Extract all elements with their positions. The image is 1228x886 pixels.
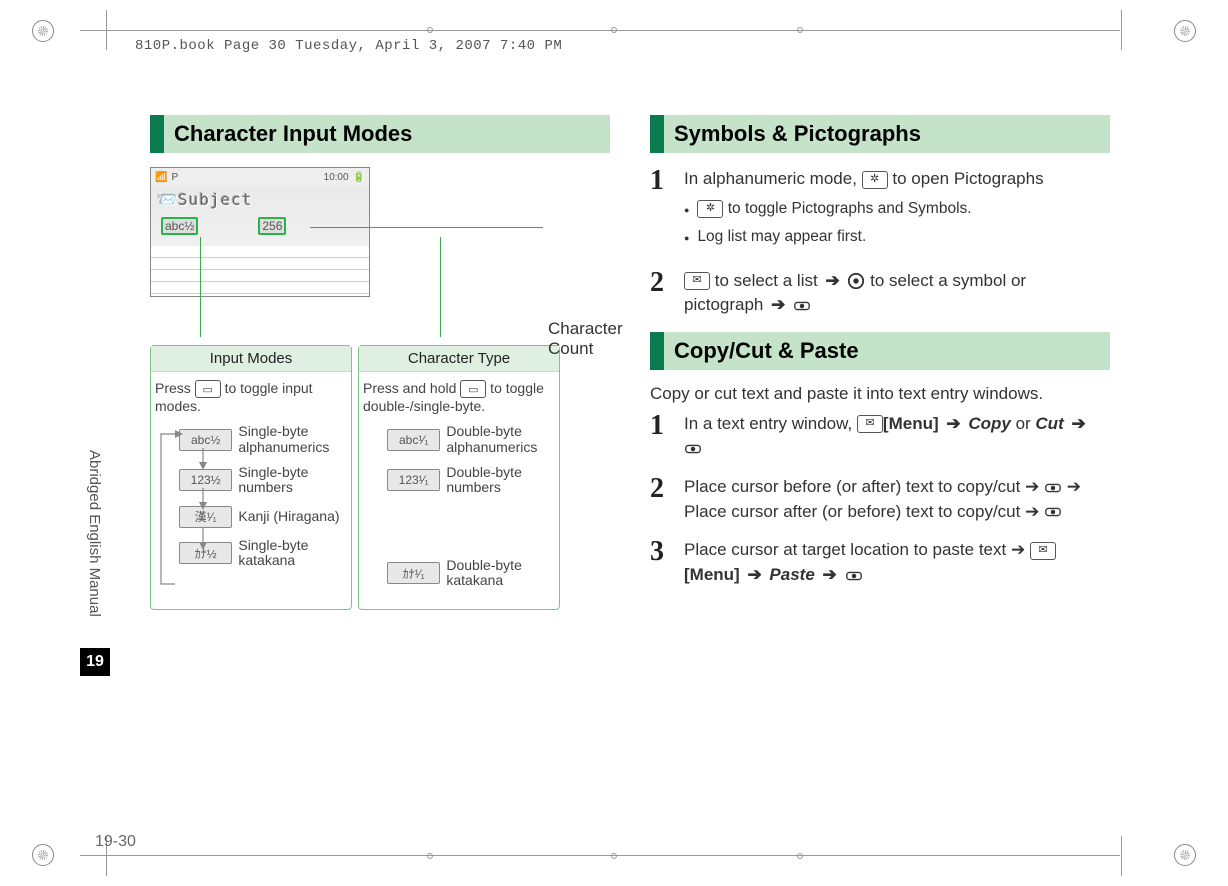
label-123-full: Double-byte numbers <box>446 465 555 496</box>
step-1-bullet-a: ✲ to toggle Pictographs and Symbols. <box>684 198 1110 220</box>
right-column: Symbols & Pictographs 1 In alphanumeric … <box>650 115 1110 610</box>
phone-status-bar: 📶 P 10:00 🔋 <box>151 168 369 186</box>
character-type-box: Character Type Press and hold ▭ to toggl… <box>358 345 560 610</box>
step-1-bullet-b: Log list may appear first. <box>684 226 1110 248</box>
nav-center-icon-3 <box>1044 479 1062 497</box>
input-modes-instruction: Press ▭ to toggle input modes. <box>155 380 347 414</box>
character-type-title: Character Type <box>359 346 559 372</box>
mail-key-icon: ✉ <box>684 272 710 290</box>
step-1-text: In alphanumeric mode, ✲ to open Pictogra… <box>684 167 1110 255</box>
input-modes-title: Input Modes <box>151 346 351 372</box>
pill-123-full: 123¹⁄₁ <box>387 469 440 491</box>
section-heading-character-input-modes: Character Input Modes <box>150 115 610 153</box>
character-type-instruction: Press and hold ▭ to toggle double-/singl… <box>363 380 555 414</box>
step-number-1: 1 <box>650 167 674 255</box>
subject-field: 📨Subject <box>151 186 369 213</box>
copy-step-number-3: 3 <box>650 538 674 587</box>
mode-abc-full: abc¹⁄₁ Double-byte alphanumerics <box>387 424 555 455</box>
copy-step-3-text: Place cursor at target location to paste… <box>684 538 1110 587</box>
copy-step-1-text: In a text entry window, ✉[Menu] ➔ Copy o… <box>684 412 1110 461</box>
mail-key-icon-2: ✉ <box>857 415 883 433</box>
mode-key-icon: ▭ <box>195 380 221 398</box>
character-count-callout: Character Count <box>548 319 623 359</box>
left-column: Character Input Modes 📶 P 10:00 🔋 📨Subje… <box>150 115 610 610</box>
phone-screen-mock: 📶 P 10:00 🔋 📨Subject abc½ 256 <box>150 167 370 297</box>
signal-icon: 📶 <box>155 172 167 183</box>
section-heading-symbols-pictographs: Symbols & Pictographs <box>650 115 1110 153</box>
page-number: 19-30 <box>95 833 136 851</box>
status-p-icon: P <box>171 172 178 183</box>
status-time: 10:00 <box>324 172 349 183</box>
nav-center-icon-2 <box>684 440 702 458</box>
nav-ring-icon <box>847 272 865 290</box>
step-number-2: 2 <box>650 269 674 318</box>
mail-key-icon-3: ✉ <box>1030 542 1056 560</box>
label-kana-full: Double-byte katakana <box>446 558 555 589</box>
battery-icon: 🔋 <box>353 172 365 183</box>
mode-key-icon-2: ▭ <box>460 380 486 398</box>
asterisk-key-icon-b: ✲ <box>697 200 723 218</box>
label-abc-full: Double-byte alphanumerics <box>446 424 555 455</box>
step-2-text: ✉ to select a list ➔ to select a symbol … <box>684 269 1110 318</box>
sidebar-chapter-number: 19 <box>80 648 110 676</box>
page-meta-header: 810P.book Page 30 Tuesday, April 3, 2007… <box>135 38 562 54</box>
copy-step-number-2: 2 <box>650 475 674 524</box>
input-modes-cycle-arrows <box>155 424 355 624</box>
pill-abc-full: abc¹⁄₁ <box>387 429 440 451</box>
copy-step-2-text: Place cursor before (or after) text to c… <box>684 475 1110 524</box>
section-heading-copy-cut-paste: Copy/Cut & Paste <box>650 332 1110 370</box>
sidebar-book-title: Abridged English Manual <box>86 450 103 617</box>
mode-123-full: 123¹⁄₁ Double-byte numbers <box>387 465 555 496</box>
mode-kana-full: ｶﾅ¹⁄₁ Double-byte katakana <box>387 558 555 589</box>
copy-cut-intro: Copy or cut text and paste it into text … <box>650 384 1110 404</box>
nav-center-icon-5 <box>845 567 863 585</box>
pill-kana-full: ｶﾅ¹⁄₁ <box>387 562 440 584</box>
asterisk-key-icon: ✲ <box>862 171 888 189</box>
char-count-box: 256 <box>258 217 286 235</box>
input-modes-box: Input Modes Press ▭ to toggle input mode… <box>150 345 352 610</box>
nav-center-icon-4 <box>1044 503 1062 521</box>
nav-center-icon <box>793 297 811 315</box>
copy-step-number-1: 1 <box>650 412 674 461</box>
mode-indicator-box: abc½ <box>161 217 198 235</box>
